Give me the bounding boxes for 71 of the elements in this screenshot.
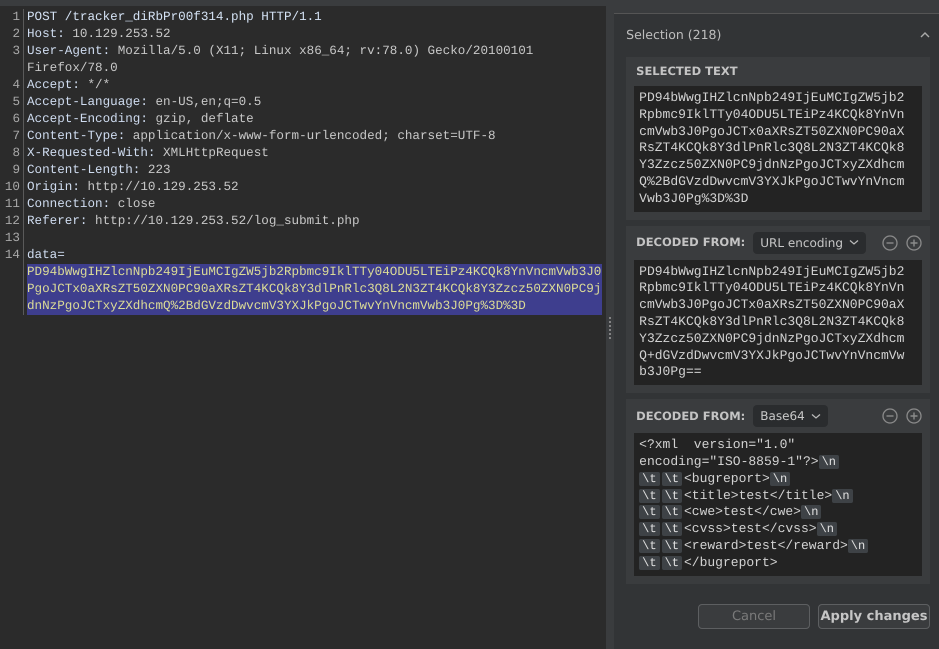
line-number: 3 [0,43,24,77]
selected-text-box: PD94bWwgIHZlcnNpb249IjEuMCIgZW5jb2Rpbmc9IklTTy04ODU5LTEiPz4KCQk8YnVncmVwb3J0PgoJCTx0aXRsZT50ZXN0PC90aXRsZT4KCQk8Y3dlPnRlc3Q8L2N3ZT4KCQk8Y3Zzcz50ZXN0PC9jdnNzPgoJCTxyZXdhcmQ%2BdGVzdDwvcmV3YXJkPgoJCTwvYnVncmVwb3J0Pg%3D%3D [634,86,922,212]
decoder-dropdown[interactable]: URL encoding [753,232,866,254]
escape-chip: \n [770,472,790,486]
action-button[interactable]: Apply changes [818,604,930,630]
decoded-text-box: PD94bWwgIHZlcnNpb249IjEuMCIgZW5jb2Rpbmc9IklTTy04ODU5LTEiPz4KCQk8YnVncmVwb3J0PgoJCTx0aXRsZT50ZXN0PC90aXRsZT4KCQk8Y3dlPnRlc3Q8L2N3ZT4KCQk8Y3Zzcz50ZXN0PC9jdnNzPgoJCTxyZXdhcmQ+dGVzdDwvcmV3YXJkPgoJCTwvYnVncmVwb3J0Pg== [634,260,922,386]
decoded-text: <cwe>test</cwe> [684,504,801,520]
header-line: Content-Length: 223 [26,162,172,179]
decoded-text: <?xml version="1.0" [639,437,796,452]
decoded-text: <bugreport> [684,470,770,486]
header-line: Accept-Encoding: gzip, deflate [26,111,255,128]
line-number: 12 [0,213,24,230]
decoder-dropdown[interactable]: Base64 [753,405,828,428]
remove-icon[interactable] [882,408,898,424]
header-line: Accept-Language: en-US,en;q=0.5 [26,94,262,111]
remove-icon[interactable] [882,234,898,251]
line-number: 14 [0,247,24,315]
escape-chip: \t [662,522,682,536]
line-number: 13 [0,230,24,247]
escape-chip: \n [848,538,868,553]
escape-chip: \t [639,472,660,486]
decoded-text: <title>test</title> [684,488,832,503]
line-number: 1 [0,9,24,26]
line-number: 6 [0,111,24,128]
escape-chip: \t [639,538,660,553]
line-number: 7 [0,128,24,145]
chevron-down-icon [810,412,821,420]
collapse-caret-icon[interactable] [920,31,930,40]
decoded-text: <reward>test</reward> [684,538,848,553]
request-line: POST /tracker_diRbPr00f314.php HTTP/1.1 [27,10,322,24]
escape-chip: \t [662,505,682,520]
request-editor[interactable] [0,6,606,649]
section-heading: SELECTED TEXT [636,62,738,80]
escape-chip: \n [801,505,822,520]
line-number: 2 [0,26,24,43]
section-heading: DECODED FROM: [636,408,746,425]
add-icon[interactable] [906,234,922,251]
line-number: 8 [0,145,24,162]
header-line: Connection: close [26,196,156,213]
header-line: Accept: */* [26,77,112,94]
escape-chip: \n [818,454,839,469]
escape-chip: \t [639,556,660,570]
escape-chip: \t [639,522,660,536]
chevron-down-icon [849,239,859,246]
header-line: Origin: http://10.129.253.52 [26,179,240,196]
decoded-text: </bugreport> [684,554,778,570]
header-line: Referer: http://10.129.253.52/log_submit.php [26,213,361,230]
line-number: 10 [0,179,24,196]
line-number: 5 [0,94,24,111]
line-number: 4 [0,77,24,94]
escape-chip: \n [832,488,853,503]
decoded-text: encoding="ISO-8859-1"?> [639,454,819,469]
escape-chip: \t [639,505,660,520]
header-line: User-Agent: Mozilla/5.0 (X11; Linux x86_64; rv:78.0) Gecko/20100101 Firefox/78.0 [26,43,534,77]
header-line: X-Requested-With: XMLHttpRequest [26,145,270,162]
selected-body-parameter-value: PD94bWwgIHZlcnNpb249IjEuMCIgZW5jb2Rpbmc9IklTTy04ODU5LTEiPz4KCQk8YnVncmVwb3J0PgoJCTx0aXRsZT50ZXN0PC90aXRsZT4KCQk8Y3dlPnRlc3Q8L2N3ZT4KCQk8Y3Zzcz50ZXN0PC9jdnNzPgoJCTxyZXdhcmQ%2BdGVzdDwvcmV3YXJkPgoJCTwvYnVncmVwb3J0Pg%3D%3D [27,264,602,315]
add-icon[interactable] [906,408,922,424]
section-heading: DECODED FROM: [636,234,746,251]
escape-chip: \n [816,522,837,536]
body-parameter-name: data= [27,248,65,262]
decoded-text: <cvss>test</cvss> [684,521,817,536]
line-number: 9 [0,162,24,179]
escape-chip: \t [662,488,682,503]
escape-chip: \t [662,556,682,570]
escape-chip: \t [639,488,660,503]
escape-chip: \t [662,538,682,553]
escape-chip: \t [662,472,682,486]
panel-title: Selection (218) [626,26,722,44]
header-line: Content-Type: application/x-www-form-urlencoded; charset=UTF-8 [26,128,497,145]
header-line: Host: 10.129.253.52 [26,26,172,43]
line-number: 11 [0,196,24,213]
